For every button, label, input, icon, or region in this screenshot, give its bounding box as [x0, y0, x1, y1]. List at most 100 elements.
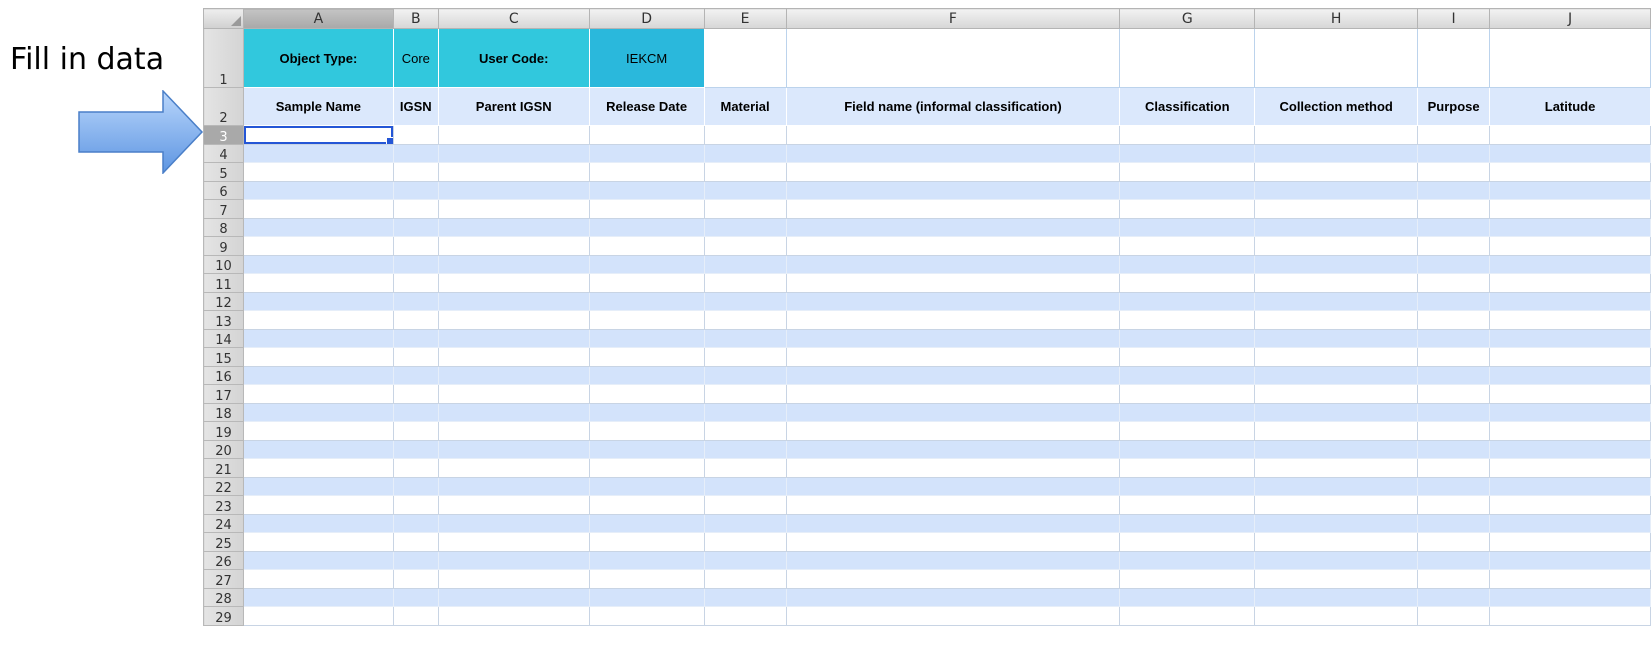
- data-cell[interactable]: [392, 476, 439, 496]
- data-cell[interactable]: [785, 569, 1121, 589]
- data-cell[interactable]: [1489, 328, 1651, 348]
- data-cell[interactable]: [1417, 162, 1491, 182]
- data-cell[interactable]: [703, 587, 787, 607]
- data-cell[interactable]: [242, 606, 394, 626]
- data-cell[interactable]: [437, 125, 590, 145]
- data-cell[interactable]: [392, 402, 439, 422]
- data-cell[interactable]: [242, 254, 394, 274]
- cell-h1[interactable]: [1254, 28, 1419, 88]
- data-cell[interactable]: [1489, 217, 1651, 237]
- data-cell[interactable]: [785, 365, 1121, 385]
- data-cell[interactable]: [242, 495, 394, 515]
- data-cell[interactable]: [1254, 254, 1419, 274]
- data-cell[interactable]: [785, 532, 1121, 552]
- data-cell[interactable]: [1119, 476, 1256, 496]
- data-cell[interactable]: [1417, 439, 1491, 459]
- data-cell[interactable]: [1119, 291, 1256, 311]
- data-cell[interactable]: [1119, 162, 1256, 182]
- row-header[interactable]: 4: [203, 143, 244, 163]
- user-code-value-cell[interactable]: IEKCM: [588, 28, 705, 88]
- data-cell[interactable]: [242, 217, 394, 237]
- field-header-material[interactable]: Material: [703, 87, 787, 126]
- data-cell[interactable]: [703, 125, 787, 145]
- data-cell[interactable]: [785, 291, 1121, 311]
- data-cell[interactable]: [242, 310, 394, 330]
- data-cell[interactable]: [588, 199, 705, 219]
- column-header-d[interactable]: D: [588, 8, 705, 29]
- data-cell[interactable]: [1417, 328, 1491, 348]
- data-cell[interactable]: [785, 439, 1121, 459]
- data-cell[interactable]: [1254, 125, 1419, 145]
- data-cell[interactable]: [785, 310, 1121, 330]
- data-cell[interactable]: [1119, 273, 1256, 293]
- data-cell[interactable]: [703, 569, 787, 589]
- row-header[interactable]: 6: [203, 180, 244, 200]
- data-cell[interactable]: [703, 439, 787, 459]
- data-cell[interactable]: [588, 328, 705, 348]
- data-cell[interactable]: [242, 143, 394, 163]
- data-cell[interactable]: [392, 125, 439, 145]
- data-cell[interactable]: [1489, 476, 1651, 496]
- row-header[interactable]: 9: [203, 236, 244, 256]
- column-header-c[interactable]: C: [437, 8, 590, 29]
- data-cell[interactable]: [437, 180, 590, 200]
- data-cell[interactable]: [1489, 513, 1651, 533]
- data-cell[interactable]: [1254, 569, 1419, 589]
- data-cell[interactable]: [703, 273, 787, 293]
- data-cell[interactable]: [588, 291, 705, 311]
- data-cell[interactable]: [392, 254, 439, 274]
- data-cell[interactable]: [1489, 291, 1651, 311]
- data-cell[interactable]: [392, 365, 439, 385]
- data-cell[interactable]: [1489, 421, 1651, 441]
- data-cell[interactable]: [1254, 310, 1419, 330]
- data-cell[interactable]: [1489, 569, 1651, 589]
- data-cell[interactable]: [785, 476, 1121, 496]
- data-cell[interactable]: [785, 495, 1121, 515]
- data-cell[interactable]: [785, 162, 1121, 182]
- data-cell[interactable]: [588, 273, 705, 293]
- data-cell[interactable]: [1254, 384, 1419, 404]
- data-cell[interactable]: [1489, 587, 1651, 607]
- data-cell[interactable]: [785, 254, 1121, 274]
- data-cell[interactable]: [1254, 236, 1419, 256]
- data-cell[interactable]: [1119, 143, 1256, 163]
- data-cell[interactable]: [588, 513, 705, 533]
- data-cell[interactable]: [392, 162, 439, 182]
- row-header[interactable]: 11: [203, 273, 244, 293]
- data-cell[interactable]: [1119, 532, 1256, 552]
- data-cell[interactable]: [1119, 180, 1256, 200]
- data-cell[interactable]: [392, 384, 439, 404]
- data-cell[interactable]: [1119, 550, 1256, 570]
- data-cell[interactable]: [1119, 439, 1256, 459]
- column-header-a[interactable]: A: [242, 8, 394, 29]
- column-header-i[interactable]: I: [1417, 8, 1491, 29]
- data-cell[interactable]: [392, 439, 439, 459]
- data-cell[interactable]: [1254, 606, 1419, 626]
- column-header-g[interactable]: G: [1119, 8, 1256, 29]
- data-cell[interactable]: [1254, 476, 1419, 496]
- data-cell[interactable]: [785, 273, 1121, 293]
- data-cell[interactable]: [1417, 476, 1491, 496]
- data-cell[interactable]: [588, 402, 705, 422]
- data-cell[interactable]: [785, 606, 1121, 626]
- field-header-purpose[interactable]: Purpose: [1417, 87, 1491, 126]
- data-cell[interactable]: [588, 439, 705, 459]
- data-cell[interactable]: [1417, 569, 1491, 589]
- data-cell[interactable]: [1417, 495, 1491, 515]
- data-cell[interactable]: [1489, 347, 1651, 367]
- data-cell[interactable]: [1254, 439, 1419, 459]
- data-cell[interactable]: [242, 328, 394, 348]
- data-cell[interactable]: [1489, 236, 1651, 256]
- data-cell[interactable]: [392, 532, 439, 552]
- data-cell[interactable]: [242, 199, 394, 219]
- data-cell[interactable]: [1254, 458, 1419, 478]
- user-code-label-cell[interactable]: User Code:: [437, 28, 590, 88]
- data-cell[interactable]: [588, 143, 705, 163]
- data-cell[interactable]: [1119, 217, 1256, 237]
- data-cell[interactable]: [1254, 532, 1419, 552]
- data-cell[interactable]: [785, 402, 1121, 422]
- data-cell[interactable]: [437, 384, 590, 404]
- data-cell[interactable]: [437, 254, 590, 274]
- data-cell[interactable]: [437, 439, 590, 459]
- data-cell[interactable]: [437, 476, 590, 496]
